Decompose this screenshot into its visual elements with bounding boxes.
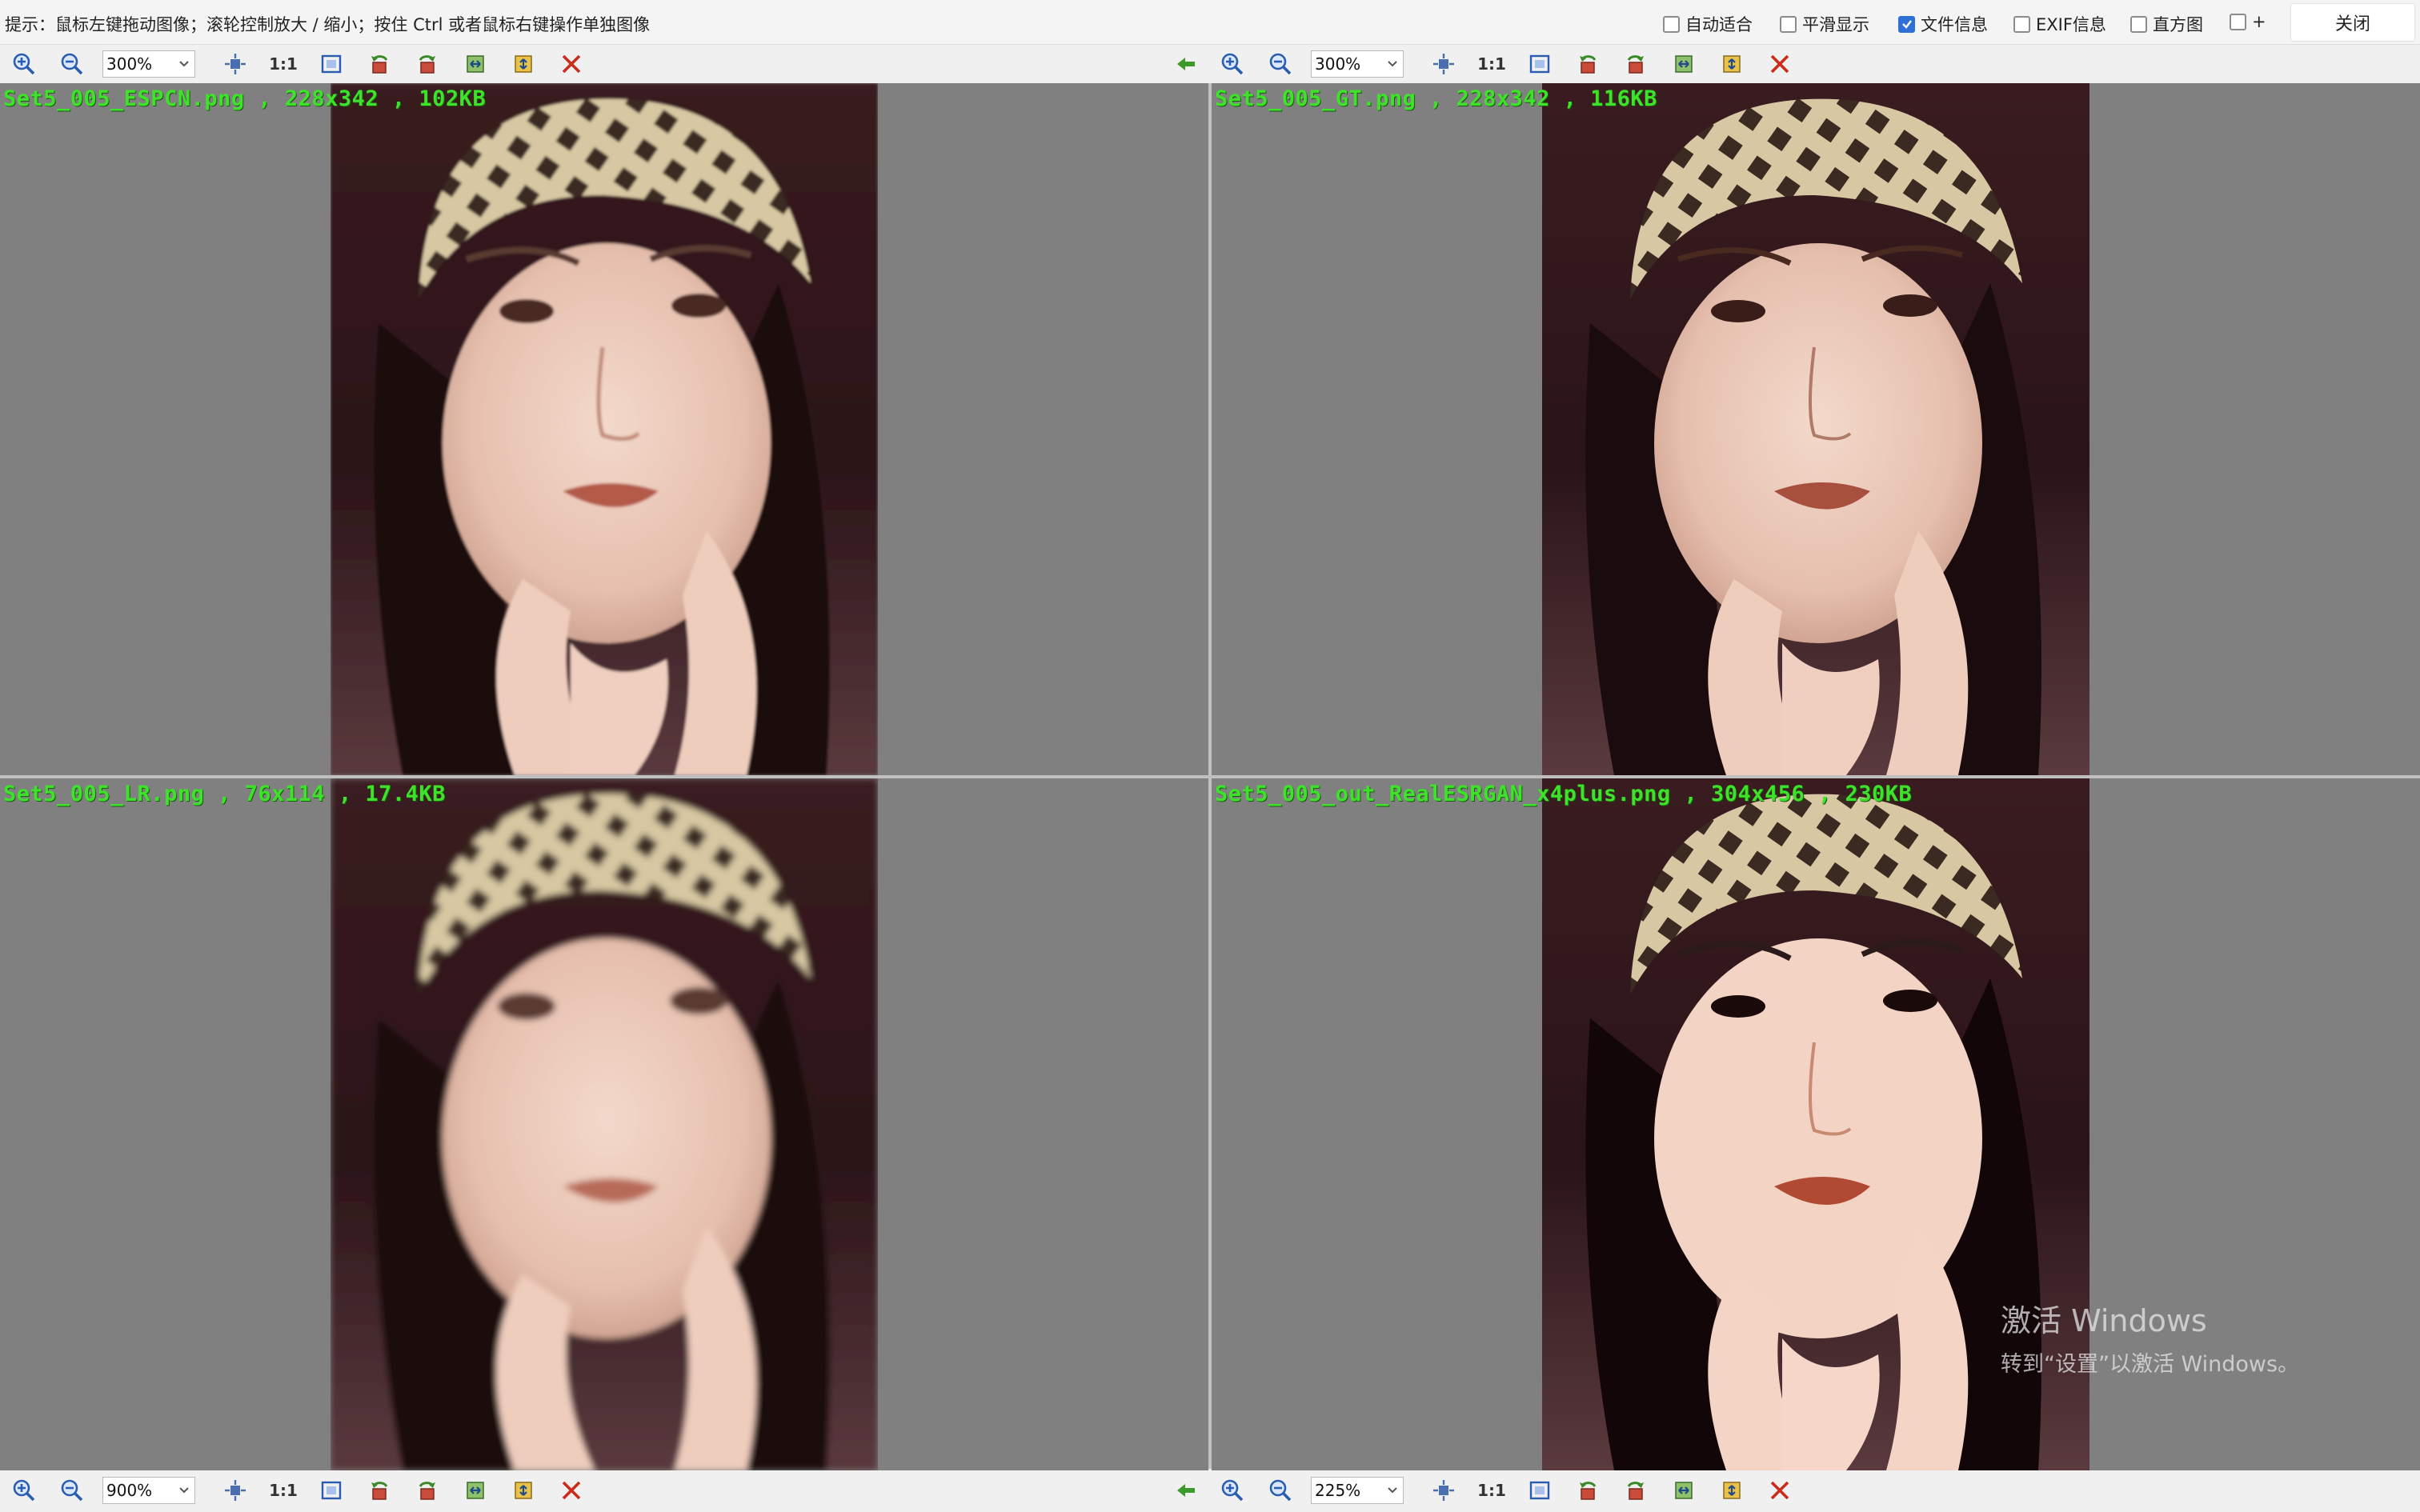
rotate-left-icon[interactable] <box>362 1474 397 1506</box>
plus-label: + <box>2252 12 2266 31</box>
rotate-right-icon[interactable] <box>1618 48 1653 80</box>
fullscreen-icon[interactable] <box>1522 48 1557 80</box>
zoom-value: 300% <box>1315 54 1361 74</box>
file-info-option[interactable]: 文件信息 <box>1898 12 1988 36</box>
file-info-label: Set5_005_ESPCN.png , 228x342 , 102KB <box>3 86 487 111</box>
usage-hint: 提示：鼠标左键拖动图像；滚轮控制放大 / 缩小；按住 Ctrl 或者鼠标右键操作… <box>5 15 651 34</box>
remove-image-icon[interactable] <box>554 48 589 80</box>
image-realesrgan[interactable] <box>1542 778 2089 1470</box>
zoom-value: 900% <box>106 1481 153 1500</box>
flip-horizontal-icon[interactable] <box>1666 1474 1701 1506</box>
chevron-down-icon <box>179 1487 189 1494</box>
pane-divider-horizontal[interactable] <box>0 775 2420 778</box>
rotate-right-icon[interactable] <box>410 48 445 80</box>
rotate-right-icon[interactable] <box>1618 1474 1653 1506</box>
file-info-checkbox[interactable] <box>1898 15 1915 33</box>
exif-info-option[interactable]: EXIF信息 <box>2013 12 2106 36</box>
chevron-down-icon <box>179 61 189 67</box>
zoom-value: 225% <box>1315 1481 1361 1500</box>
flip-vertical-icon[interactable] <box>1714 1474 1749 1506</box>
auto-fit-option[interactable]: 自动适合 <box>1663 12 1753 36</box>
fullscreen-icon[interactable] <box>314 48 349 80</box>
zoom-select[interactable]: 900% <box>102 1477 195 1504</box>
actual-size-button[interactable]: 1:1 <box>266 1474 301 1506</box>
fit-window-icon[interactable] <box>218 1474 253 1506</box>
flip-vertical-icon[interactable] <box>506 1474 541 1506</box>
zoom-in-icon[interactable] <box>6 48 42 80</box>
image-pane-bottom-left[interactable]: Set5_005_LR.png , 76x114 , 17.4KB <box>0 778 1208 1470</box>
flip-vertical-icon[interactable] <box>506 48 541 80</box>
remove-image-icon[interactable] <box>554 1474 589 1506</box>
rotate-left-icon[interactable] <box>1570 1474 1605 1506</box>
zoom-out-icon[interactable] <box>1263 48 1298 80</box>
flip-vertical-icon[interactable] <box>1714 48 1749 80</box>
exif-info-label: EXIF信息 <box>2036 15 2106 34</box>
flip-horizontal-icon[interactable] <box>458 48 493 80</box>
zoom-value: 300% <box>106 54 153 74</box>
exif-info-checkbox[interactable] <box>2013 15 2030 33</box>
smooth-display-option[interactable]: 平滑显示 <box>1780 12 1869 36</box>
actual-size-button[interactable]: 1:1 <box>1474 1474 1509 1506</box>
zoom-in-icon[interactable] <box>1215 48 1250 80</box>
image-espcn[interactable] <box>331 83 878 775</box>
file-info-label: Set5_005_GT.png , 228x342 , 116KB <box>1215 86 1657 111</box>
auto-fit-label: 自动适合 <box>1685 15 1753 34</box>
remove-image-icon[interactable] <box>1762 1474 1797 1506</box>
plus-checkbox[interactable] <box>2230 13 2246 30</box>
remove-image-icon[interactable] <box>1762 48 1797 80</box>
fullscreen-icon[interactable] <box>314 1474 349 1506</box>
auto-fit-checkbox[interactable] <box>1663 15 1680 33</box>
flip-horizontal-icon[interactable] <box>1666 48 1701 80</box>
fit-window-icon[interactable] <box>218 48 253 80</box>
previous-arrow-icon[interactable] <box>1170 48 1202 80</box>
zoom-in-icon[interactable] <box>6 1474 42 1506</box>
file-info-label: Set5_005_out_RealESRGAN_x4plus.png , 304… <box>1215 782 1913 806</box>
toolbar-bottom-right: 225% 1:1 <box>1215 1472 1810 1509</box>
toolbar-bottom-left: 900% 1:1 <box>6 1472 602 1509</box>
file-info-label: Set5_005_LR.png , 76x114 , 17.4KB <box>3 782 446 806</box>
rotate-left-icon[interactable] <box>362 48 397 80</box>
plus-option[interactable]: + <box>2230 12 2266 31</box>
image-pane-top-left[interactable]: Set5_005_ESPCN.png , 228x342 , 102KB <box>0 83 1208 775</box>
chevron-down-icon <box>1388 1487 1397 1494</box>
zoom-out-icon[interactable] <box>1263 1474 1298 1506</box>
fit-window-icon[interactable] <box>1426 1474 1461 1506</box>
smooth-display-checkbox[interactable] <box>1780 15 1797 33</box>
toolbar-top-right: 300% 1:1 <box>1215 46 1810 82</box>
toolbar-top-left: 300% 1:1 <box>6 46 602 82</box>
zoom-out-icon[interactable] <box>54 1474 90 1506</box>
rotate-left-icon[interactable] <box>1570 48 1605 80</box>
zoom-select[interactable]: 225% <box>1311 1477 1404 1504</box>
flip-horizontal-icon[interactable] <box>458 1474 493 1506</box>
histogram-checkbox[interactable] <box>2130 15 2147 33</box>
fit-window-icon[interactable] <box>1426 48 1461 80</box>
previous-arrow-icon[interactable] <box>1170 1474 1202 1506</box>
zoom-select[interactable]: 300% <box>102 50 195 78</box>
actual-size-button[interactable]: 1:1 <box>1474 48 1509 80</box>
close-button[interactable]: 关闭 <box>2290 3 2415 42</box>
image-ground-truth[interactable] <box>1542 83 2089 775</box>
chevron-down-icon <box>1388 61 1397 67</box>
zoom-select[interactable]: 300% <box>1311 50 1404 78</box>
smooth-display-label: 平滑显示 <box>1802 15 1869 34</box>
zoom-in-icon[interactable] <box>1215 1474 1250 1506</box>
image-pane-bottom-right[interactable]: Set5_005_out_RealESRGAN_x4plus.png , 304… <box>1212 778 2420 1470</box>
fullscreen-icon[interactable] <box>1522 1474 1557 1506</box>
rotate-right-icon[interactable] <box>410 1474 445 1506</box>
actual-size-button[interactable]: 1:1 <box>266 48 301 80</box>
top-bar: 提示：鼠标左键拖动图像；滚轮控制放大 / 缩小；按住 Ctrl 或者鼠标右键操作… <box>0 0 2420 45</box>
histogram-label: 直方图 <box>2153 15 2203 34</box>
file-info-label: 文件信息 <box>1921 15 1988 34</box>
image-pane-top-right[interactable]: Set5_005_GT.png , 228x342 , 116KB <box>1212 83 2420 775</box>
zoom-out-icon[interactable] <box>54 48 90 80</box>
image-low-resolution[interactable] <box>331 778 878 1470</box>
histogram-option[interactable]: 直方图 <box>2130 12 2203 36</box>
